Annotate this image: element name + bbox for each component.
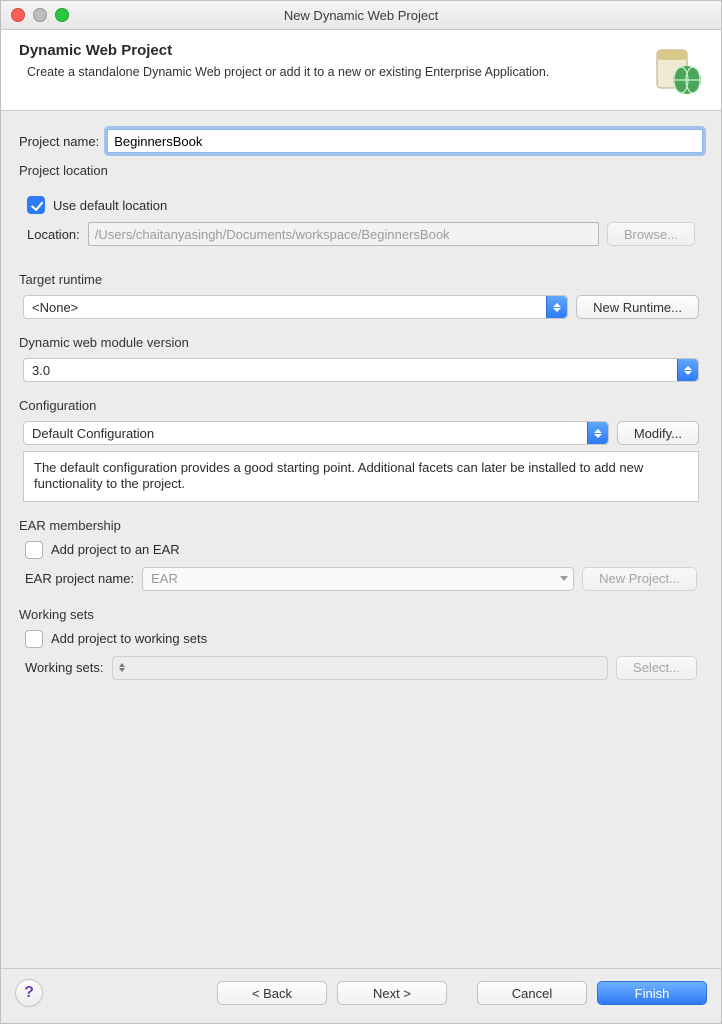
project-location-title: Project location — [19, 163, 703, 178]
module-version-title: Dynamic web module version — [19, 335, 703, 350]
project-name-label: Project name: — [19, 134, 99, 149]
wizard-header-icon — [647, 42, 703, 98]
chevron-updown-icon — [587, 422, 608, 444]
chevron-updown-icon — [113, 663, 131, 672]
select-working-sets-button: Select... — [616, 656, 697, 680]
new-runtime-button[interactable]: New Runtime... — [576, 295, 699, 319]
titlebar: New Dynamic Web Project — [1, 1, 721, 30]
add-to-ear-row: Add project to an EAR — [25, 541, 697, 559]
new-ear-project-button: New Project... — [582, 567, 697, 591]
working-sets-label: Working sets: — [25, 660, 104, 675]
cancel-button[interactable]: Cancel — [477, 981, 587, 1005]
chevron-down-icon — [555, 576, 573, 581]
configuration-title: Configuration — [19, 398, 703, 413]
wizard-header-text: Dynamic Web Project Create a standalone … — [19, 40, 635, 81]
chevron-updown-icon — [546, 296, 567, 318]
ear-project-name-label: EAR project name: — [25, 571, 134, 586]
maximize-window-button[interactable] — [55, 8, 69, 22]
project-name-input[interactable] — [107, 129, 703, 153]
target-runtime-select[interactable]: <None> — [23, 295, 568, 319]
ear-membership-group: EAR membership Add project to an EAR EAR… — [19, 518, 703, 591]
location-label: Location: — [27, 227, 80, 242]
wizard-header: Dynamic Web Project Create a standalone … — [1, 30, 721, 111]
module-version-value: 3.0 — [24, 363, 677, 378]
target-runtime-value: <None> — [24, 300, 546, 315]
use-default-location-checkbox[interactable] — [27, 196, 45, 214]
configuration-description: The default configuration provides a goo… — [23, 451, 699, 502]
add-to-ear-checkbox[interactable] — [25, 541, 43, 559]
finish-button[interactable]: Finish — [597, 981, 707, 1005]
wizard-window: New Dynamic Web Project Dynamic Web Proj… — [0, 0, 722, 1024]
window-title: New Dynamic Web Project — [1, 8, 721, 23]
target-runtime-group: Target runtime <None> New Runtime... — [19, 272, 703, 319]
project-name-row: Project name: — [19, 129, 703, 153]
ear-project-name-select: EAR — [142, 567, 574, 591]
working-sets-select — [112, 656, 609, 680]
project-location-group: Project location Use default location Lo… — [19, 163, 703, 256]
add-to-working-sets-label: Add project to working sets — [51, 631, 207, 646]
traffic-lights — [11, 8, 69, 22]
modify-configuration-button[interactable]: Modify... — [617, 421, 699, 445]
use-default-location-label: Use default location — [53, 198, 167, 213]
back-button[interactable]: < Back — [217, 981, 327, 1005]
working-sets-title: Working sets — [19, 607, 703, 622]
wizard-content: Project name: Project location Use defau… — [1, 111, 721, 968]
chevron-updown-icon — [677, 359, 698, 381]
wizard-header-title: Dynamic Web Project — [19, 42, 635, 59]
module-version-select[interactable]: 3.0 — [23, 358, 699, 382]
next-button[interactable]: Next > — [337, 981, 447, 1005]
working-sets-group: Working sets Add project to working sets… — [19, 607, 703, 680]
add-to-working-sets-row: Add project to working sets — [25, 630, 697, 648]
help-button[interactable]: ? — [15, 979, 43, 1007]
use-default-location-row: Use default location — [27, 196, 695, 214]
add-to-working-sets-checkbox[interactable] — [25, 630, 43, 648]
add-to-ear-label: Add project to an EAR — [51, 542, 180, 557]
ear-membership-title: EAR membership — [19, 518, 703, 533]
minimize-window-button[interactable] — [33, 8, 47, 22]
configuration-group: Configuration Default Configuration Modi… — [19, 398, 703, 502]
module-version-group: Dynamic web module version 3.0 — [19, 335, 703, 382]
wizard-header-description: Create a standalone Dynamic Web project … — [27, 65, 635, 81]
location-input — [88, 222, 599, 246]
ear-project-name-value: EAR — [143, 571, 555, 586]
browse-location-button: Browse... — [607, 222, 695, 246]
configuration-select[interactable]: Default Configuration — [23, 421, 609, 445]
target-runtime-title: Target runtime — [19, 272, 703, 287]
close-window-button[interactable] — [11, 8, 25, 22]
configuration-value: Default Configuration — [24, 426, 587, 441]
wizard-footer: ? < Back Next > Cancel Finish — [1, 968, 721, 1023]
